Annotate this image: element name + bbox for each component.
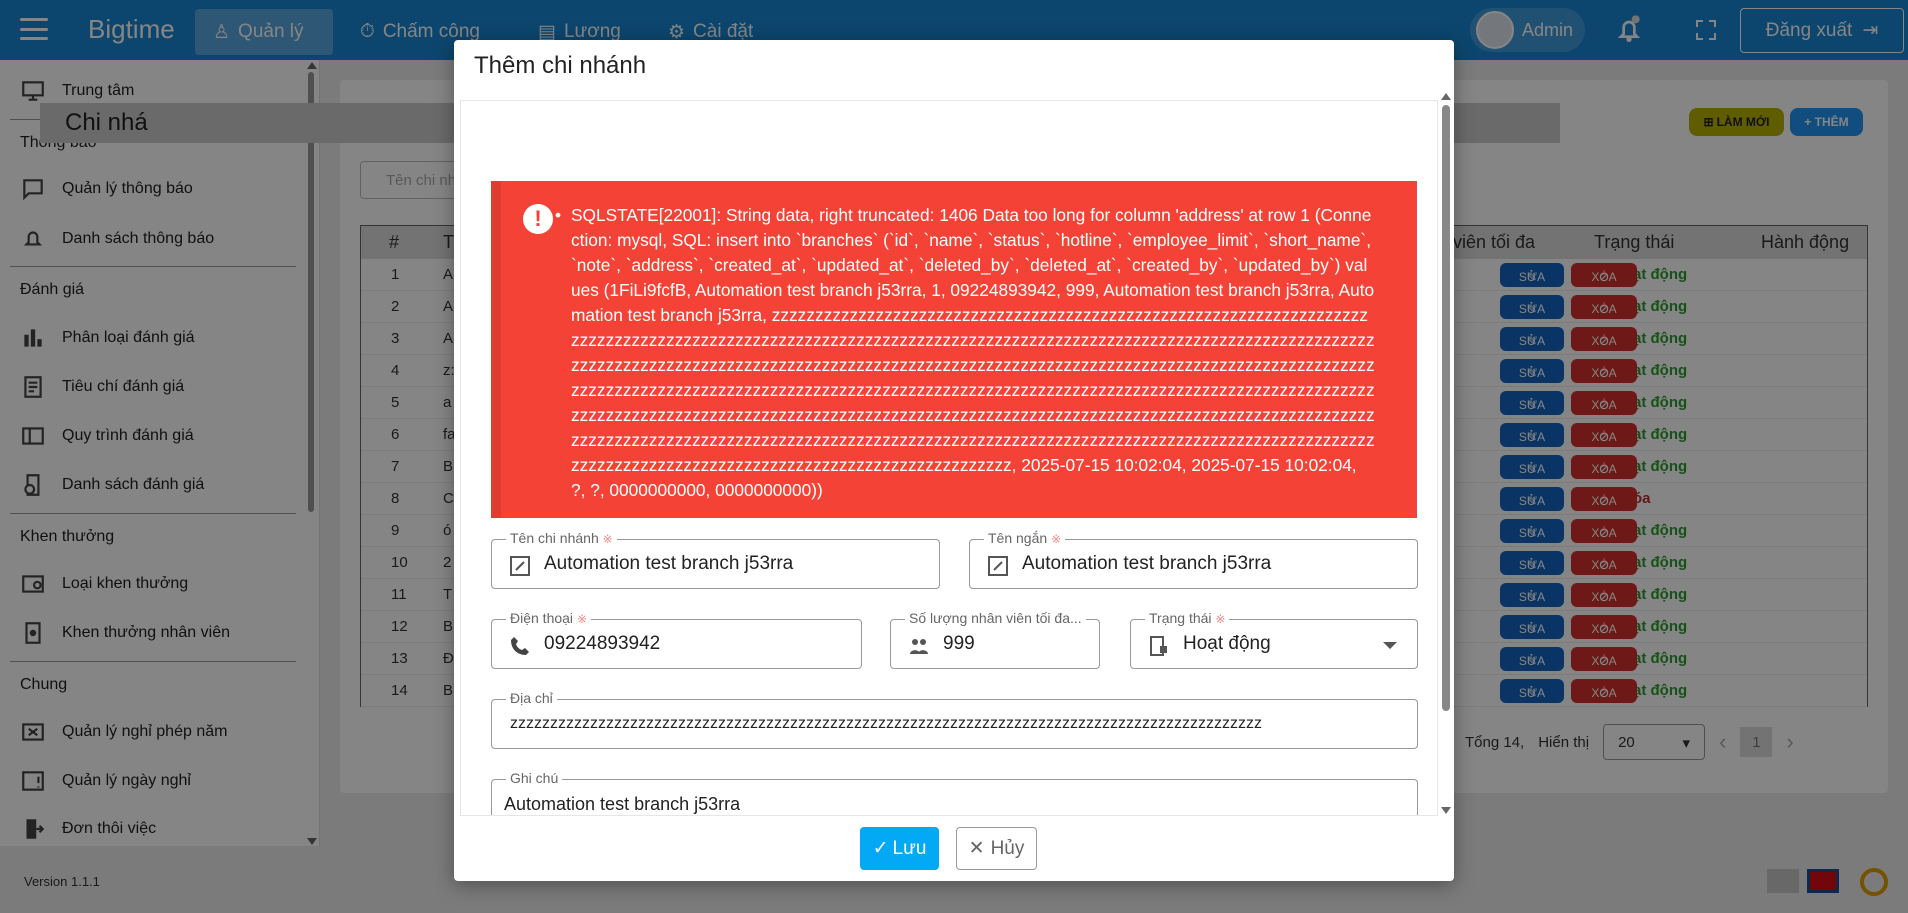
employee-limit-field[interactable]: Số lượng nhân viên tối đa... 999	[890, 610, 1100, 669]
modal-scroll-up-icon[interactable]	[1441, 93, 1451, 100]
check-icon: ✓	[872, 838, 889, 859]
status-value[interactable]: Hoạt động	[1183, 633, 1271, 655]
save-label: Lưu	[892, 837, 927, 859]
chevron-down-icon	[1383, 642, 1397, 649]
short-name-field[interactable]: Tên ngắn ※ Automation test branch j53rra	[969, 530, 1418, 589]
branch-name-label: Tên chi nhánh ※	[506, 530, 617, 546]
address-label: Địa chỉ	[506, 690, 557, 706]
modal-body: ! SQLSTATE[22001]: String data, right tr…	[460, 100, 1438, 816]
note-label: Ghi chú	[506, 770, 563, 786]
branch-name-label-text: Tên chi nhánh	[510, 530, 599, 546]
address-field[interactable]: Địa chỉ zzzzzzzzzzzzzzzzzzzzzzzzzzzzzzzz…	[491, 690, 1418, 749]
edit-icon	[988, 556, 1008, 576]
phone-field[interactable]: Điện thoại ※ 09224893942	[491, 610, 862, 669]
status-label: Trạng thái ※	[1145, 610, 1230, 626]
alert-accent	[491, 181, 501, 518]
employee-limit-label: Số lượng nhân viên tối đa...	[905, 610, 1086, 626]
cancel-label: Hủy	[990, 837, 1025, 859]
note-field[interactable]: Ghi chú Automation test branch j53rra	[491, 770, 1418, 815]
phone-icon	[511, 637, 529, 655]
address-value[interactable]: zzzzzzzzzzzzzzzzzzzzzzzzzzzzzzzzzzzzzzzz…	[510, 715, 1262, 733]
group-icon	[910, 639, 928, 654]
phone-label: Điện thoại ※	[506, 610, 591, 626]
error-icon: !	[523, 204, 553, 234]
short-name-value[interactable]: Automation test branch j53rra	[1022, 553, 1271, 575]
branch-name-value[interactable]: Automation test branch j53rra	[544, 553, 793, 575]
close-icon: ✕	[968, 838, 985, 859]
short-name-label-text: Tên ngắn	[988, 530, 1048, 546]
short-name-label: Tên ngắn ※	[984, 530, 1066, 546]
error-message: SQLSTATE[22001]: String data, right trun…	[555, 203, 1375, 503]
modal-scrollbar[interactable]	[1442, 105, 1450, 711]
door-lock-icon	[1150, 636, 1167, 656]
save-button[interactable]: ✓ Lưu	[860, 827, 939, 870]
phone-label-text: Điện thoại	[510, 610, 574, 626]
required-mark-icon: ※	[576, 612, 587, 626]
required-mark-icon: ※	[602, 532, 613, 546]
required-mark-icon: ※	[1051, 532, 1062, 546]
employee-limit-value[interactable]: 999	[943, 633, 975, 655]
edit-icon	[510, 556, 530, 576]
status-label-text: Trạng thái	[1149, 610, 1212, 626]
note-value[interactable]: Automation test branch j53rra	[504, 794, 740, 815]
required-mark-icon: ※	[1215, 612, 1226, 626]
phone-value[interactable]: 09224893942	[544, 633, 660, 655]
add-branch-modal: Thêm chi nhánh ! SQLSTATE[22001]: String…	[454, 40, 1454, 881]
error-alert: ! SQLSTATE[22001]: String data, right tr…	[491, 181, 1417, 518]
branch-name-field[interactable]: Tên chi nhánh ※ Automation test branch j…	[491, 530, 940, 589]
status-select[interactable]: Trạng thái ※ Hoạt động	[1130, 610, 1418, 669]
modal-scroll-down-icon[interactable]	[1441, 807, 1451, 814]
modal-title: Thêm chi nhánh	[474, 52, 647, 79]
cancel-button[interactable]: ✕ Hủy	[956, 827, 1037, 870]
